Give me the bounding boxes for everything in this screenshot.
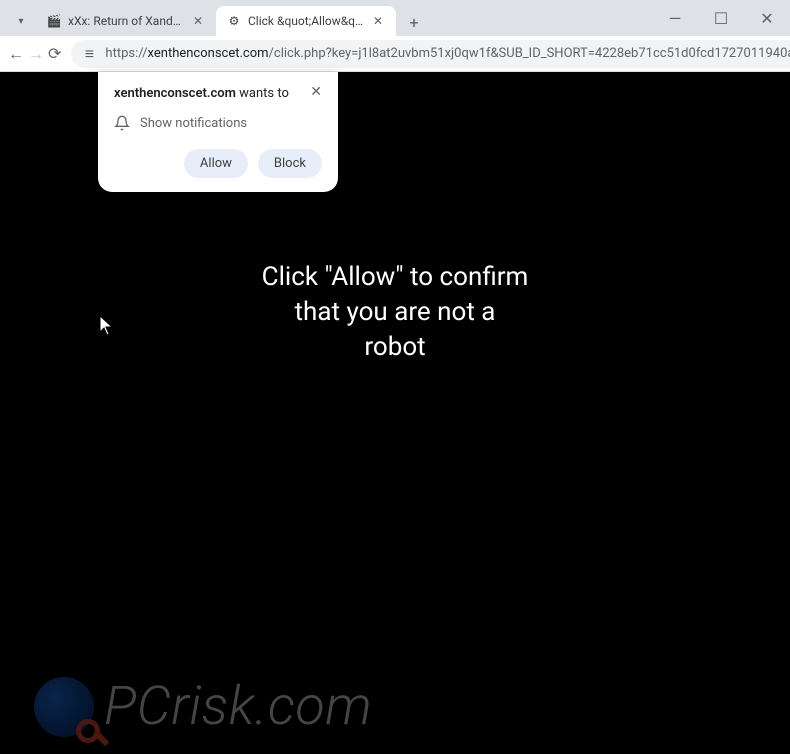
watermark-pc: PC [104, 675, 171, 738]
tab-title: Click &quot;Allow&quot; [248, 14, 364, 28]
page-heading: Click "Allow" to confirm that you are no… [0, 260, 790, 365]
notification-close-button[interactable]: ✕ [310, 84, 322, 100]
notification-permission-label: Show notifications [140, 116, 247, 131]
window-controls: — ☐ ✕ [652, 0, 790, 36]
watermark-risk: risk.com [171, 675, 372, 738]
url-domain: xenthenconscet.com [148, 46, 269, 61]
watermark: PCrisk.com [34, 675, 372, 738]
forward-button[interactable]: → [28, 40, 44, 68]
watermark-text: PCrisk.com [104, 675, 372, 738]
block-button[interactable]: Block [258, 149, 322, 178]
allow-button[interactable]: Allow [184, 149, 248, 178]
tab-title: xXx: Return of Xander Cage : 1… [68, 14, 184, 28]
heading-line: Click "Allow" to confirm [0, 260, 790, 295]
browser-titlebar: ▾ 🎬 xXx: Return of Xander Cage : 1… ✕ ⚙ … [0, 0, 790, 36]
tab-history-button[interactable]: ▾ [6, 6, 36, 36]
close-icon[interactable]: ✕ [190, 13, 206, 29]
reload-button[interactable]: ⟳ [48, 40, 61, 68]
site-settings-icon[interactable]: ≡ [81, 46, 97, 62]
bell-icon [114, 115, 130, 131]
close-icon[interactable]: ✕ [370, 13, 386, 29]
window-close-button[interactable]: ✕ [744, 0, 790, 36]
tab-active[interactable]: ⚙ Click &quot;Allow&quot; ✕ [216, 6, 396, 36]
heading-line: that you are not a [0, 295, 790, 330]
notification-site: xenthenconscet.com [114, 86, 236, 101]
magnifier-icon [34, 677, 94, 737]
url-text: https://xenthenconscet.com/click.php?key… [105, 46, 790, 61]
favicon-icon: ⚙ [226, 13, 242, 29]
minimize-button[interactable]: — [652, 0, 698, 36]
notification-title: xenthenconscet.com wants to [114, 86, 289, 101]
arrow-left-icon: ← [8, 44, 24, 64]
close-icon: ✕ [310, 84, 322, 100]
address-bar[interactable]: ≡ https://xenthenconscet.com/click.php?k… [71, 40, 790, 68]
arrow-right-icon: → [28, 44, 44, 64]
maximize-button[interactable]: ☐ [698, 0, 744, 36]
new-tab-button[interactable]: + [400, 8, 428, 36]
notification-permission-row: Show notifications [114, 115, 322, 131]
notification-permission-prompt: xenthenconscet.com wants to ✕ Show notif… [98, 72, 338, 192]
reload-icon: ⟳ [48, 44, 61, 63]
heading-line: robot [0, 330, 790, 365]
back-button[interactable]: ← [8, 40, 24, 68]
chevron-down-icon: ▾ [18, 16, 23, 27]
url-path: /click.php?key=j1l8at2uvbm51xj0qw1f&SUB_… [269, 46, 790, 61]
url-scheme: https:// [105, 46, 147, 61]
tab-inactive[interactable]: 🎬 xXx: Return of Xander Cage : 1… ✕ [36, 6, 216, 36]
favicon-icon: 🎬 [46, 13, 62, 29]
browser-toolbar: ← → ⟳ ≡ https://xenthenconscet.com/click… [0, 36, 790, 72]
notification-wants-to: wants to [236, 86, 289, 101]
